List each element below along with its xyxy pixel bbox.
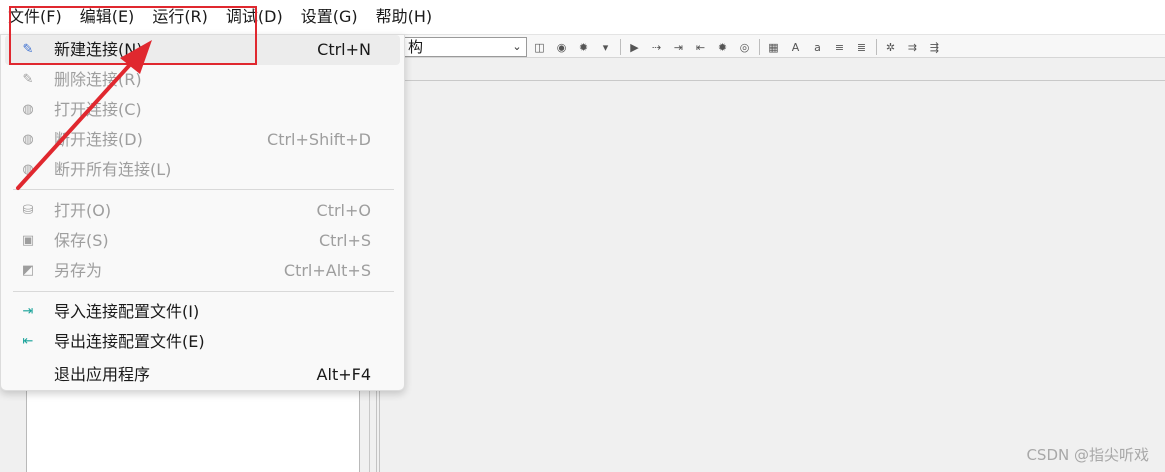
menu-item-shortcut: Ctrl+N [317,40,371,59]
uppercase-icon[interactable]: A [788,40,803,55]
run-script-icon[interactable]: ▶ [627,40,642,55]
menu-item-shortcut: Alt+F4 [316,365,371,384]
menu-item-label: 保存(S) [54,231,109,250]
align-icon[interactable]: ⇶ [927,40,942,55]
indent-icon[interactable]: ≡ [832,40,847,55]
menu-item-exit[interactable]: 退出应用程序 Alt+F4 [1,360,404,390]
editor-workarea [380,80,1165,472]
down-arrow-icon[interactable]: ▾ [598,40,613,55]
toolbar-icons: ◫ ◉ ✹ ▾ ▶ ⇢ ⇥ ⇤ ✹ ◎ ▦ A a ≡ ≣ ✲ ⇉ ⇶ [532,39,949,55]
menu-item-shortcut: Ctrl+O [316,201,371,220]
lowercase-icon[interactable]: a [810,40,825,55]
step-icon[interactable]: ⇢ [649,40,664,55]
database-combo-value: 构 [408,38,424,56]
run-icon[interactable]: ◉ [554,40,569,55]
chevron-down-icon[interactable]: ⌄ [510,38,524,56]
disconnect-icon: ◍ [22,132,34,147]
menu-item-shortcut: Ctrl+S [318,231,371,250]
menu-item-label: 删除连接(R) [54,70,142,89]
menu-item-label: 退出应用程序 [54,365,151,384]
database-combo[interactable]: 构 ⌄ [403,37,527,57]
menu-item-delete-connection[interactable]: ✎ 删除连接(R) [1,65,404,95]
save-as-icon: ◩ [21,263,35,278]
import-icon: ⇥ [22,304,34,319]
menu-item-export-config[interactable]: ⇤ 导出连接配置文件(E) [1,327,404,357]
menu-item-save[interactable]: ▣ 保存(S) Ctrl+S [1,226,404,256]
comment-icon[interactable]: ✲ [883,40,898,55]
menu-item-label: 另存为 [54,261,103,280]
menu-separator [13,291,394,292]
menu-item-label: 导出连接配置文件(E) [54,332,205,351]
toolbar-separator [759,39,760,55]
outdent-icon[interactable]: ≣ [854,40,869,55]
watch-icon[interactable]: ◎ [737,40,752,55]
debug-icon[interactable]: ✹ [576,40,591,55]
menu-item-label: 打开连接(C) [54,100,142,119]
menu-item-disconnect[interactable]: ◍ 断开连接(D) Ctrl+Shift+D [1,125,404,155]
new-query-icon[interactable]: ◫ [532,40,547,55]
menu-item-import-config[interactable]: ⇥ 导入连接配置文件(I) [1,297,404,327]
menu-item-save-as[interactable]: ◩ 另存为 Ctrl+Alt+S [1,256,404,286]
watermark: CSDN @指尖听戏 [1026,446,1149,464]
breakpoint-icon[interactable]: ✹ [715,40,730,55]
menu-help[interactable]: 帮助(H) [368,0,443,34]
format-icon[interactable]: ▦ [766,40,781,55]
menu-item-disconnect-all[interactable]: ◍ 断开所有连接(L) [1,155,404,185]
toolbar: 构 ⌄ ◫ ◉ ✹ ▾ ▶ ⇢ ⇥ ⇤ ✹ ◎ ▦ A a ≡ ≣ ✲ ⇉ ⇶ [370,34,1165,58]
toolbar-separator [620,39,621,55]
disconnect-all-icon: ◍ [22,162,34,177]
toolbar-separator [876,39,877,55]
step-out-icon[interactable]: ⇤ [693,40,708,55]
open-connection-icon: ◍ [22,102,34,117]
delete-connection-icon: ✎ [22,72,34,87]
menu-settings[interactable]: 设置(G) [293,0,368,34]
save-icon: ▣ [21,233,35,248]
menu-item-open[interactable]: ⛁ 打开(O) Ctrl+O [1,196,404,226]
uncomment-icon[interactable]: ⇉ [905,40,920,55]
step-over-icon[interactable]: ⇥ [671,40,686,55]
open-file-icon: ⛁ [22,203,34,218]
menu-item-label: 断开所有连接(L) [54,160,172,179]
menu-item-label: 导入连接配置文件(I) [54,302,200,321]
menu-item-label: 断开连接(D) [54,130,143,149]
annotation-highlight-box [9,6,257,65]
menu-item-shortcut: Ctrl+Alt+S [283,261,371,280]
file-menu-dropdown: ✎ 新建连接(N) Ctrl+N ✎ 删除连接(R) ◍ 打开连接(C) ◍ 断… [0,34,405,391]
export-icon: ⇤ [22,334,34,349]
menu-item-label: 打开(O) [54,201,112,220]
menu-separator [13,189,394,190]
menu-item-open-connection[interactable]: ◍ 打开连接(C) [1,95,404,125]
menu-item-shortcut: Ctrl+Shift+D [267,130,371,149]
